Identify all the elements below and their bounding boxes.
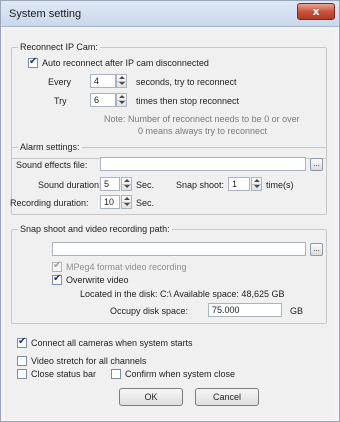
spin-down-icon [254, 185, 260, 188]
spin-up-icon [124, 179, 130, 182]
alarm-legend: Alarm settings: [18, 142, 82, 152]
ok-button[interactable]: OK [119, 388, 183, 406]
connect-all-label: Connect all cameras when system starts [31, 338, 193, 348]
reconnect-legend: Reconnect IP Cam: [18, 42, 100, 52]
occupy-space-label: Occupy disk space: [110, 306, 189, 316]
sound-duration-input[interactable]: 5 [100, 177, 120, 191]
try-count-input[interactable]: 6 [90, 93, 116, 107]
confirm-close-label: Confirm when system close [125, 369, 236, 379]
spin-up-icon [119, 95, 125, 98]
title-bar[interactable]: System setting x [1, 1, 339, 27]
spin-up-icon [119, 76, 125, 79]
sound-duration-spinner[interactable] [121, 177, 132, 191]
snapshot-input[interactable]: 1 [228, 177, 250, 191]
cancel-button[interactable]: Cancel [195, 388, 259, 406]
reconnect-note-line1: Note: Number of reconnect needs to be 0 … [104, 114, 300, 124]
recording-path-legend: Snap shoot and video recording path: [18, 224, 172, 234]
recording-duration-label: Recording duration: [10, 198, 89, 208]
occupy-space-input[interactable]: 75.000 [208, 303, 282, 317]
sound-file-input[interactable] [100, 157, 306, 171]
auto-reconnect-checkbox[interactable] [28, 56, 38, 68]
mpeg4-label: MPeg4 format video recording [66, 262, 187, 272]
every-label: Every [48, 77, 72, 87]
disk-info-text: Located in the disk: C:\ Available space… [80, 289, 285, 299]
recording-path-input[interactable] [52, 242, 306, 256]
close-button[interactable]: x [297, 3, 335, 20]
snapshot-spinner[interactable] [251, 177, 262, 191]
connect-all-checkbox[interactable] [17, 336, 27, 348]
sound-duration-unit: Sec. [136, 180, 155, 190]
try-count-spinner[interactable] [116, 93, 127, 107]
window-title: System setting [9, 8, 82, 20]
close-status-bar-label: Close status bar [31, 369, 97, 379]
spin-up-icon [254, 179, 260, 182]
sound-file-label: Sound effects file: [16, 160, 88, 170]
snapshot-label: Snap shoot: [176, 180, 225, 190]
recording-duration-unit: Sec. [136, 198, 155, 208]
recording-path-browse-button[interactable]: ... [310, 243, 323, 256]
recording-path-group: Snap shoot and video recording path: ...… [11, 224, 327, 324]
video-stretch-checkbox[interactable] [17, 356, 27, 366]
dialog-body: Reconnect IP Cam: Auto reconnect after I… [5, 29, 335, 419]
alarm-group: Alarm settings: Sound effects file: ... … [10, 142, 327, 215]
close-status-bar-checkbox[interactable] [17, 369, 27, 379]
spin-down-icon [119, 101, 125, 104]
try-label: Try [54, 96, 67, 106]
spin-up-icon [124, 197, 130, 200]
auto-reconnect-label: Auto reconnect after IP cam disconnected [42, 58, 209, 68]
spin-down-icon [124, 203, 130, 206]
confirm-close-checkbox[interactable] [111, 369, 121, 379]
recording-duration-spinner[interactable] [121, 195, 132, 209]
try-suffix: times then stop reconnect [136, 96, 240, 106]
system-setting-dialog: System setting x Reconnect IP Cam: Auto … [0, 0, 340, 422]
every-suffix: seconds, try to reconnect [136, 77, 237, 87]
spin-down-icon [124, 185, 130, 188]
overwrite-video-label: Overwrite video [66, 275, 129, 285]
reconnect-note-line2: 0 means always try to reconnect [138, 126, 268, 136]
spin-down-icon [119, 82, 125, 85]
video-stretch-label: Video stretch for all channels [31, 356, 147, 366]
occupy-space-unit: GB [290, 306, 304, 316]
every-seconds-input[interactable]: 4 [90, 74, 116, 88]
snapshot-unit: time(s) [266, 180, 294, 190]
sound-duration-label: Sound duration: [38, 180, 102, 190]
every-seconds-spinner[interactable] [116, 74, 127, 88]
sound-file-browse-button[interactable]: ... [310, 158, 323, 171]
mpeg4-checkbox[interactable] [52, 260, 62, 272]
close-icon: x [312, 5, 320, 18]
overwrite-video-checkbox[interactable] [52, 273, 62, 285]
recording-duration-input[interactable]: 10 [100, 195, 120, 209]
